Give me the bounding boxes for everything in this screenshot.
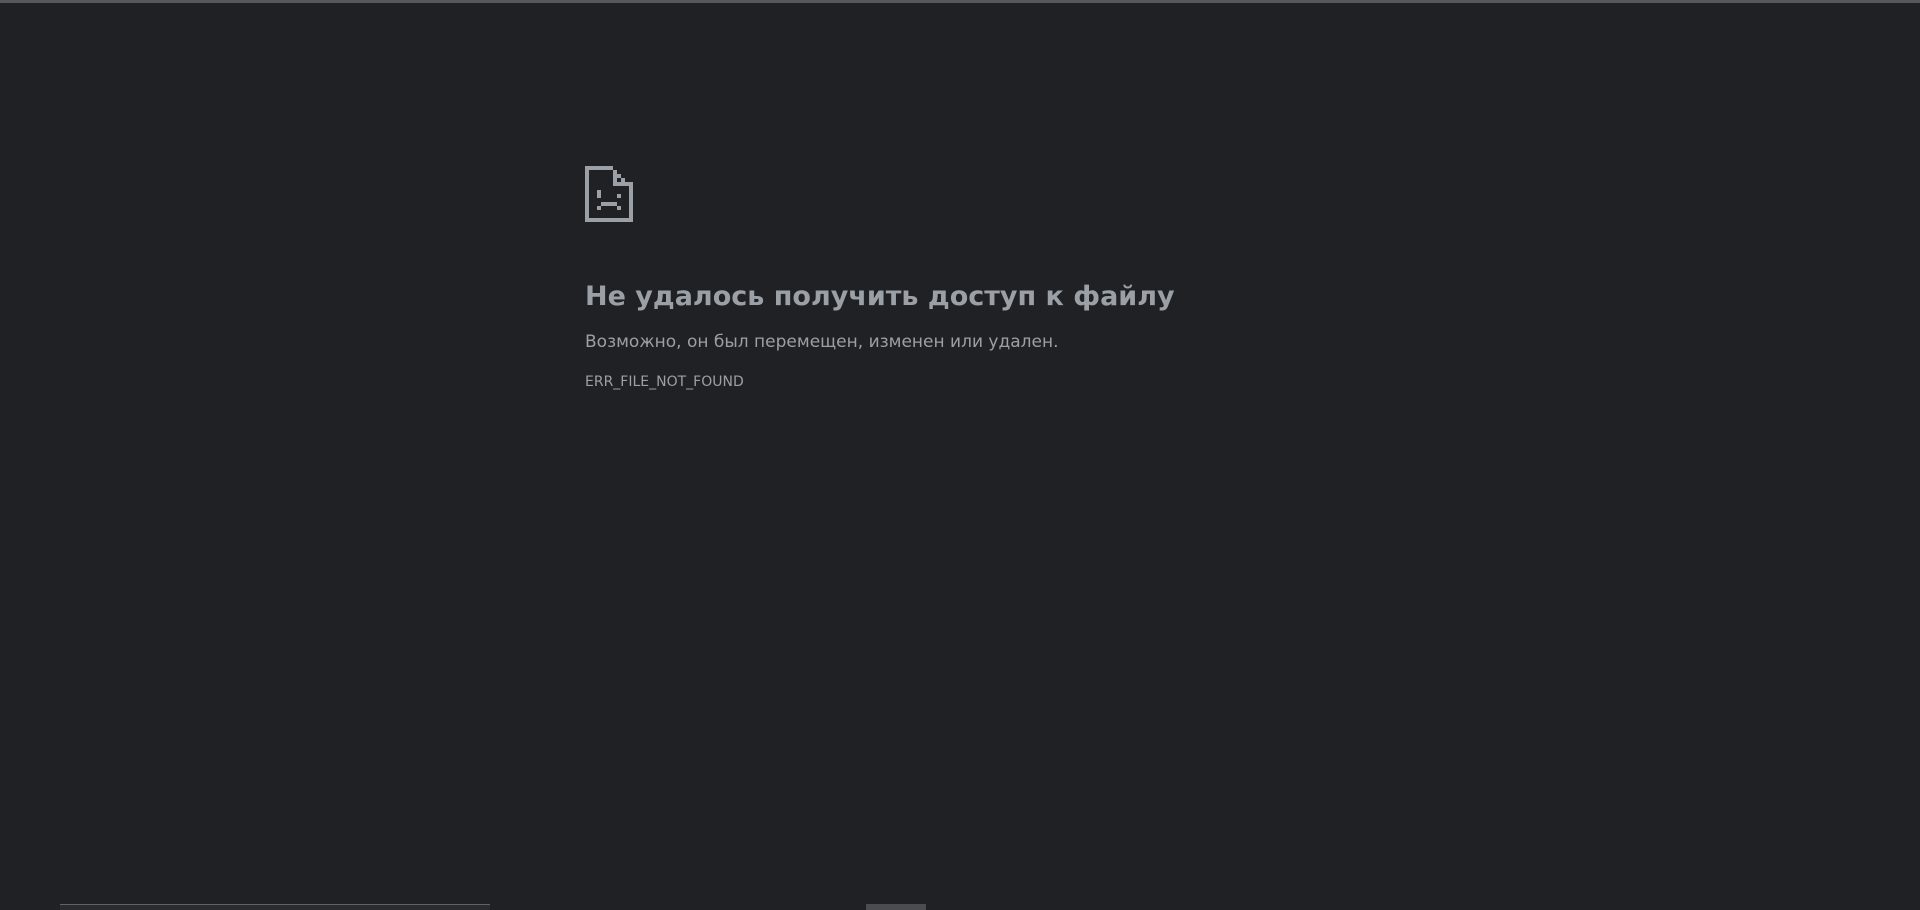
error-title: Не удалось получить доступ к файлу — [585, 281, 1175, 312]
error-message: Возможно, он был перемещен, изменен или … — [585, 332, 1059, 352]
error-container: Не удалось получить доступ к файлу Возмо… — [585, 166, 1485, 392]
error-page: Не удалось получить доступ к файлу Возмо… — [0, 3, 1920, 910]
bottom-bar — [60, 904, 490, 910]
scrollbar-thumb[interactable] — [866, 904, 926, 910]
sad-file-icon — [585, 166, 633, 222]
error-code: ERR_FILE_NOT_FOUND — [585, 374, 744, 390]
